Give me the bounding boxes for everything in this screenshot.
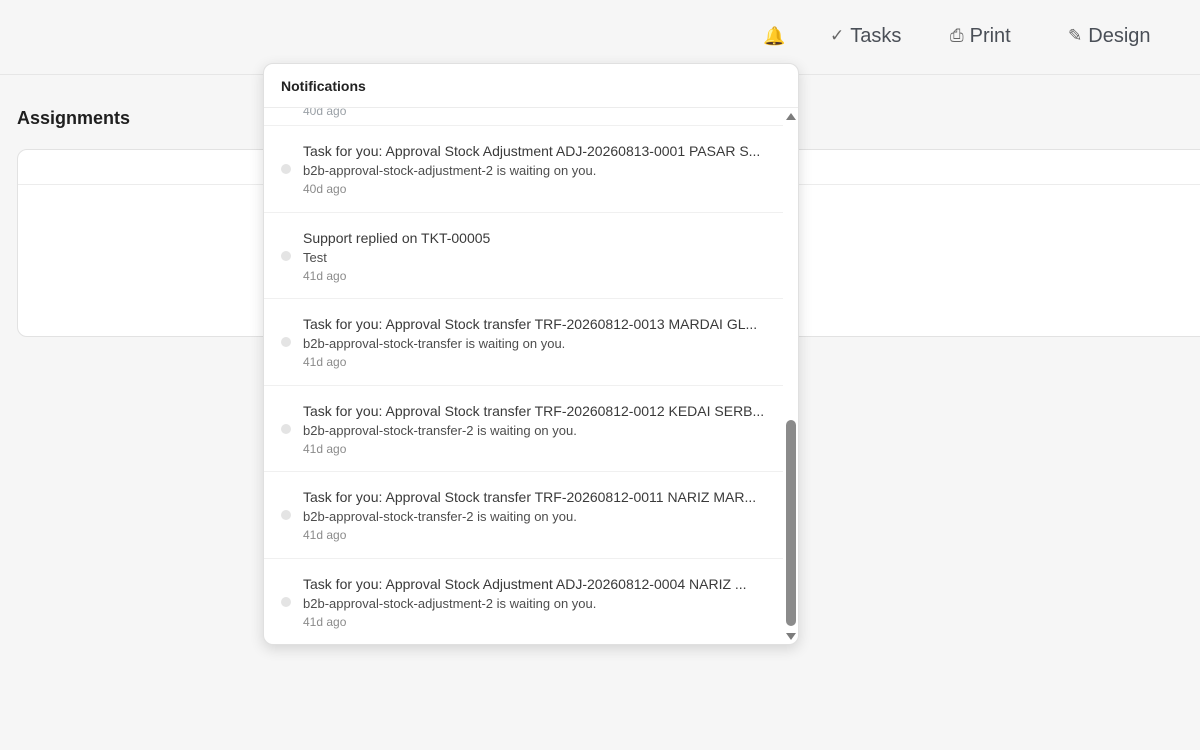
scroll-up-arrow-icon[interactable]: [786, 113, 796, 120]
tasks-button[interactable]: ✓ Tasks: [830, 22, 901, 50]
unread-dot-icon: [281, 250, 291, 261]
notification-time: 41d ago: [303, 528, 347, 542]
notification-item[interactable]: Task for you: Approval Stock Adjustment …: [264, 559, 783, 645]
pencil-icon: ✎: [1068, 26, 1083, 45]
notification-time: 41d ago: [303, 614, 347, 629]
notification-title: Task for you: Approval Stock Adjustment …: [303, 143, 761, 159]
scroll-down-arrow-icon[interactable]: [786, 633, 796, 640]
notification-item[interactable]: Task for you: Approval Stock transfer TR…: [264, 472, 783, 559]
unread-dot-icon: [281, 337, 291, 347]
scrollbar[interactable]: [784, 108, 798, 644]
notification-subtitle: b2b-approval-stock-transfer-2 is waiting…: [303, 422, 577, 438]
notification-title: Task for you: Approval Stock Adjustment …: [303, 575, 747, 592]
notification-subtitle: Test: [303, 249, 327, 265]
notification-title: Task for you: Approval Stock transfer TR…: [303, 316, 758, 332]
print-icon: ⎙: [950, 26, 964, 45]
tasks-label: Tasks: [850, 24, 902, 47]
notification-item[interactable]: Task for you: Approval Stock transfer TR…: [264, 386, 783, 472]
check-icon: ✓: [830, 26, 845, 45]
notifications-list[interactable]: 40d ago Task for you: Approval Stock Adj…: [264, 108, 783, 645]
notification-title: Task for you: Approval Stock transfer TR…: [303, 489, 757, 505]
notification-time: 41d ago: [303, 441, 347, 456]
notification-subtitle: b2b-approval-stock-transfer is waiting o…: [303, 336, 566, 351]
notification-time: 40d ago: [303, 108, 347, 118]
print-label: Print: [969, 24, 1011, 47]
design-button[interactable]: ✎ Design: [1068, 22, 1151, 50]
page-title: Assignments: [17, 108, 131, 128]
notification-subtitle: b2b-approval-stock-adjustment-2 is waiti…: [303, 595, 597, 611]
notification-item[interactable]: Support replied on TKT-00005 Test 41d ag…: [264, 213, 783, 299]
scrollbar-thumb[interactable]: [786, 420, 796, 626]
unread-dot-icon: [281, 510, 291, 520]
notification-title: Task for you: Approval Stock transfer TR…: [303, 402, 765, 419]
print-button[interactable]: ⎙ Print: [950, 22, 1011, 50]
notification-title: Support replied on TKT-00005: [303, 229, 491, 246]
unread-dot-icon: [281, 596, 291, 607]
list-item[interactable]: 40d ago: [264, 108, 783, 126]
notifications-title: Notifications: [264, 64, 798, 108]
unread-dot-icon: [281, 164, 291, 174]
notification-item[interactable]: Task for you: Approval Stock Adjustment …: [264, 126, 783, 213]
design-label: Design: [1088, 24, 1151, 47]
notifications-dropdown: Notifications 40d ago Task for you: Appr…: [263, 63, 799, 645]
notification-item[interactable]: Task for you: Approval Stock transfer TR…: [264, 299, 783, 386]
unread-dot-icon: [281, 423, 291, 434]
notification-time: 41d ago: [303, 268, 347, 283]
notification-subtitle: b2b-approval-stock-adjustment-2 is waiti…: [303, 163, 597, 178]
notification-time: 40d ago: [303, 182, 347, 196]
notification-subtitle: b2b-approval-stock-transfer-2 is waiting…: [303, 509, 577, 524]
bell-icon[interactable]: 🔔: [763, 22, 785, 50]
notification-time: 41d ago: [303, 355, 347, 369]
